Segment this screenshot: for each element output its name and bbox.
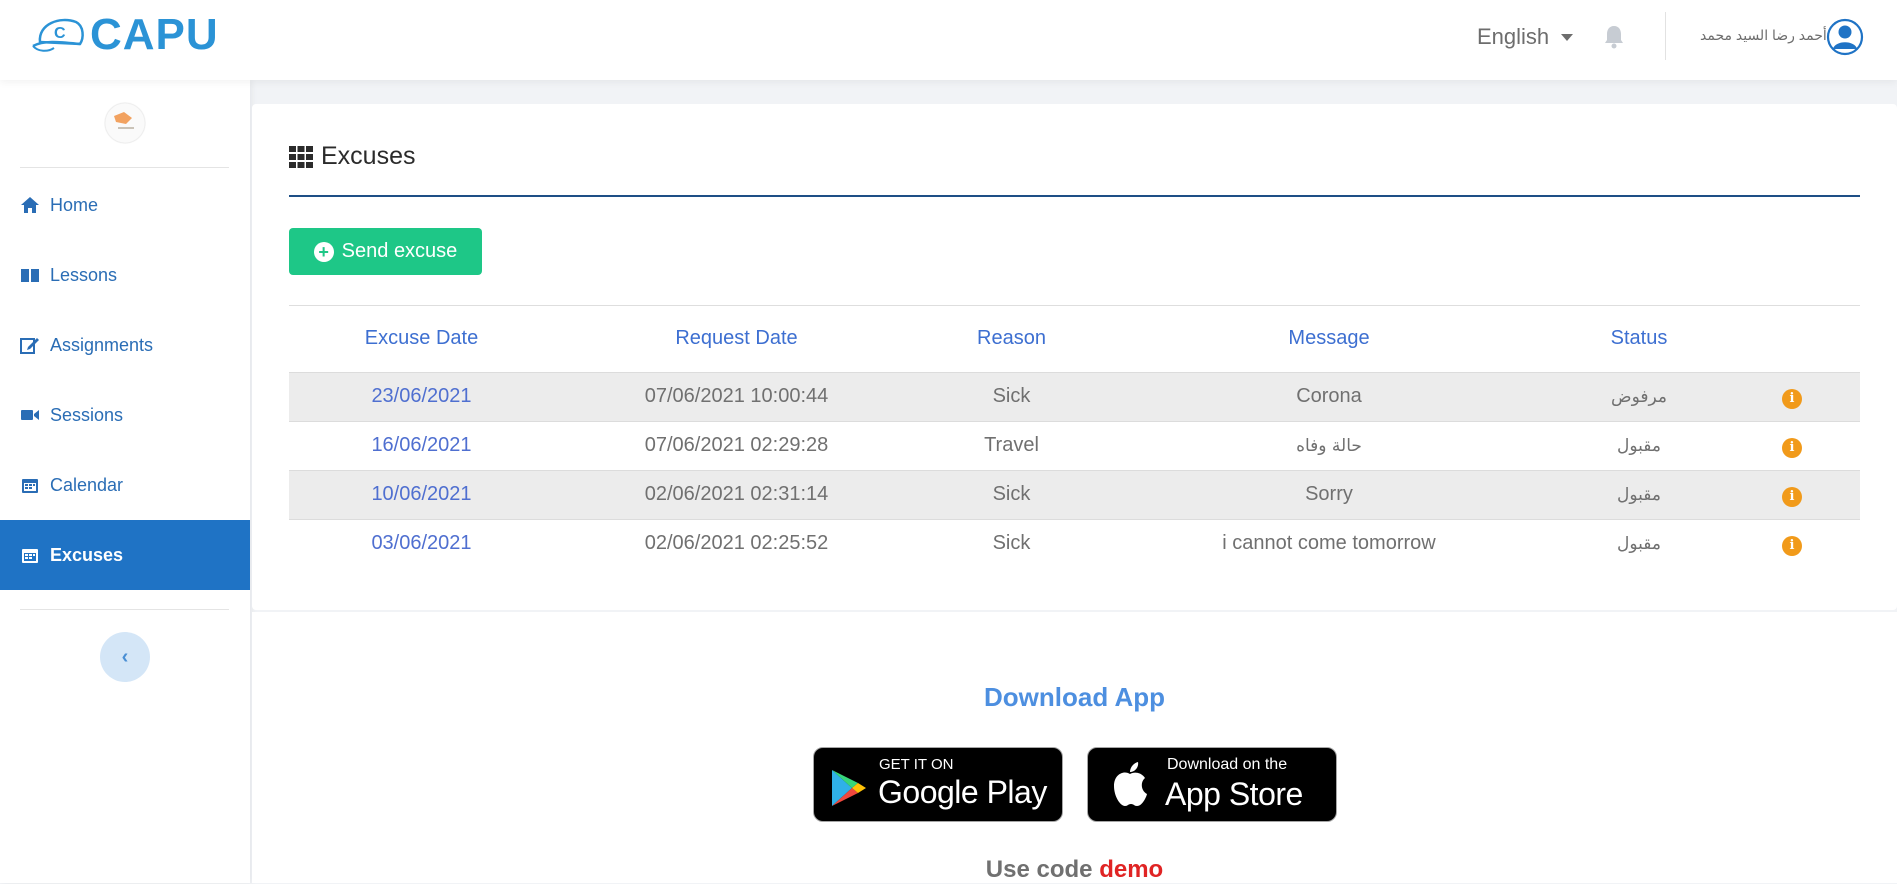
download-footer: Download App GET IT ON Google Play Downl… [252,612,1897,883]
column-header-reason[interactable]: Reason [919,306,1104,372]
sidebar-item-label: Home [50,194,99,215]
excuse-date-cell: 10/06/2021 [289,469,554,519]
excuses-table: Excuse Date Request Date Reason Message … [289,306,1860,568]
excuse-date-cell: 16/06/2021 [289,420,554,470]
bell-icon[interactable] [1602,24,1626,50]
chevron-left-icon: ‹ [121,645,129,668]
table-row: 23/06/2021 07/06/2021 10:00:44 Sick Coro… [289,371,1860,421]
title-underline [289,195,1860,197]
grid-icon [289,145,313,168]
actions-cell: i [1724,469,1860,519]
svg-text:C: C [54,25,66,42]
column-header-excuse-date[interactable]: Excuse Date [289,306,554,372]
table-row: 10/06/2021 02/06/2021 02:31:14 Sick Sorr… [289,469,1860,519]
excuses-card: Excuses + Send excuse Excuse Date Reques… [252,104,1897,610]
sidebar-item-calendar[interactable]: Calendar [0,450,250,520]
cap-logo-icon: C [32,18,84,52]
download-app-title: Download App [983,682,1165,712]
sidebar-item-home[interactable]: Home [0,170,250,240]
column-header-message[interactable]: Message [1104,306,1554,372]
info-icon[interactable]: i [1782,437,1802,458]
home-icon [20,196,40,214]
user-avatar-icon[interactable] [1826,18,1864,56]
sidebar-item-label: Assignments [50,334,154,355]
sidebar: Home Lessons Assignments Sessions Calend… [0,80,250,883]
sidebar-item-assignments[interactable]: Assignments [0,310,250,380]
column-header-request-date[interactable]: Request Date [554,306,919,372]
google-play-small-text: GET IT ON [879,756,954,773]
edit-icon [20,336,40,354]
app-logo[interactable]: C CAPU [30,12,219,58]
sidebar-item-label: Calendar [50,474,124,495]
page-title-text: Excuses [321,142,416,170]
video-icon [20,406,40,424]
info-icon[interactable]: i [1782,486,1802,507]
send-excuse-label: Send excuse [341,240,458,262]
actions-cell: i [1724,371,1860,421]
reason-cell: Sick [919,371,1104,421]
request-date-cell: 07/06/2021 02:29:28 [554,420,919,470]
table-header-row: Excuse Date Request Date Reason Message … [289,306,1860,372]
sidebar-item-label: Excuses [50,544,124,565]
column-header-status[interactable]: Status [1554,306,1724,372]
status-cell: مقبول [1554,469,1724,519]
use-code-prefix: Use code [985,856,1093,883]
plus-circle-icon: + [313,241,334,262]
request-date-cell: 02/06/2021 02:31:14 [554,469,919,519]
reason-cell: Sick [919,469,1104,519]
school-logo [104,102,146,144]
table-row: 03/06/2021 02/06/2021 02:25:52 Sick i ca… [289,518,1860,568]
request-date-cell: 02/06/2021 02:25:52 [554,518,919,568]
calendar-icon [20,476,40,494]
sidebar-item-label: Sessions [50,404,124,425]
send-excuse-button[interactable]: + Send excuse [289,228,482,275]
chevron-down-icon [1561,33,1574,41]
sidebar-separator [20,609,229,610]
app-store-big-text: App Store [1165,776,1303,812]
status-cell: مقبول [1554,420,1724,470]
sidebar-collapse-button[interactable]: ‹ [100,632,150,682]
sidebar-separator [20,167,229,168]
actions-cell: i [1724,420,1860,470]
logo-text: CAPU [90,10,219,59]
app-store-small-text: Download on the [1167,756,1288,773]
message-cell: i cannot come tomorrow [1104,518,1554,568]
message-cell: Sorry [1104,469,1554,519]
status-cell: مرفوض [1554,371,1724,421]
use-code-text: Use code demo [252,856,1897,884]
column-header-actions [1724,306,1860,372]
language-selector[interactable]: English [1477,24,1574,50]
sidebar-item-lessons[interactable]: Lessons [0,240,250,310]
language-label: English [1477,24,1550,49]
google-play-badge[interactable]: GET IT ON Google Play [813,747,1063,822]
google-play-icon [832,770,866,806]
actions-cell: i [1724,518,1860,568]
sidebar-item-label: Lessons [50,264,118,285]
message-cell: حالة وفاه [1104,420,1554,470]
book-icon [20,266,40,284]
page-title: Excuses [289,142,415,171]
sidebar-item-excuses[interactable]: Excuses [0,520,250,590]
info-icon[interactable]: i [1782,535,1802,556]
header-divider [1665,12,1666,60]
apple-icon [1114,762,1147,806]
demo-code: demo [1099,856,1164,883]
status-cell: مقبول [1554,518,1724,568]
request-date-cell: 07/06/2021 10:00:44 [554,371,919,421]
top-bar: C CAPU English أحمد رضا السيد محمد [0,0,1897,80]
info-icon[interactable]: i [1782,388,1802,409]
google-play-big-text: Google Play [878,774,1047,810]
app-store-badge[interactable]: Download on the App Store [1087,747,1337,822]
excuse-date-cell: 23/06/2021 [289,371,554,421]
reason-cell: Sick [919,518,1104,568]
table-row: 16/06/2021 07/06/2021 02:29:28 Travel حا… [289,420,1860,470]
message-cell: Corona [1104,371,1554,421]
user-name[interactable]: أحمد رضا السيد محمد [1700,27,1827,44]
sidebar-item-sessions[interactable]: Sessions [0,380,250,450]
calendar-icon [20,546,40,564]
reason-cell: Travel [919,420,1104,470]
excuse-date-cell: 03/06/2021 [289,518,554,568]
